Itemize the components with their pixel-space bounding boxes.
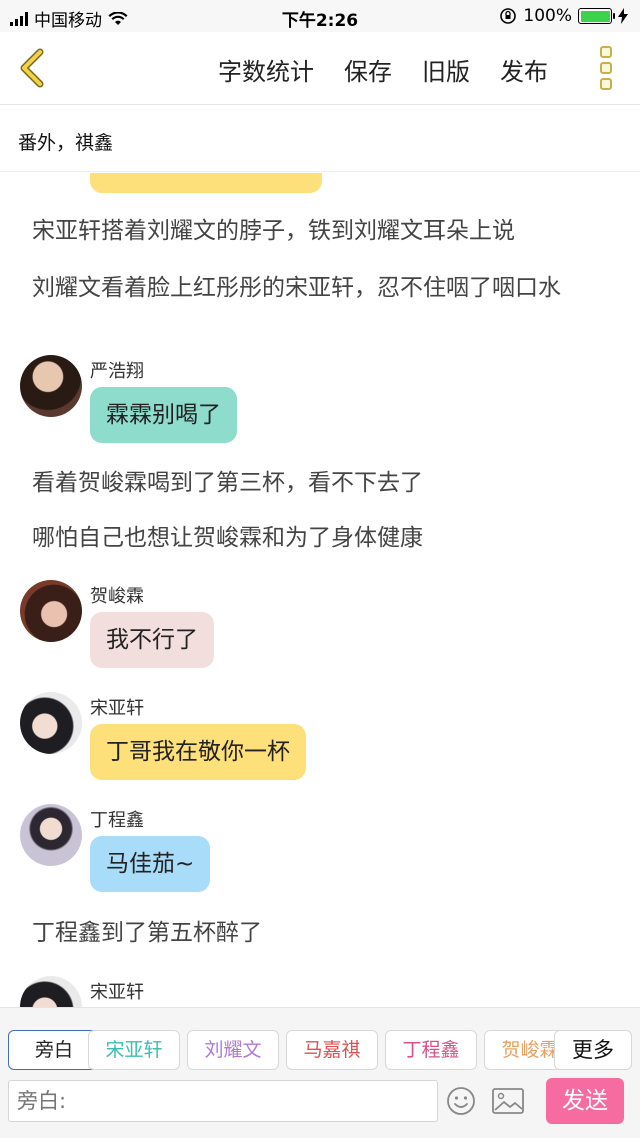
emoji-icon[interactable] bbox=[446, 1086, 476, 1116]
dialog-message: 丁程鑫 马佳茄~ bbox=[20, 804, 620, 904]
send-button[interactable]: 发送 bbox=[546, 1078, 624, 1124]
status-bar: 中国移动 下午2:26 100% bbox=[0, 0, 640, 32]
speaker-name: 宋亚轩 bbox=[90, 982, 144, 1003]
old-version-button[interactable]: 旧版 bbox=[422, 52, 470, 87]
avatar[interactable] bbox=[20, 580, 82, 642]
narration-line: 丁程鑫到了第五杯醉了 bbox=[32, 920, 262, 946]
avatar[interactable] bbox=[20, 804, 82, 866]
dialog-message: 贺峻霖 我不行了 bbox=[20, 580, 620, 680]
role-selector: 旁白 宋亚轩 刘耀文 马嘉祺 丁程鑫 贺峻霖 bbox=[8, 1030, 632, 1072]
chapter-title[interactable]: 番外，祺鑫 bbox=[0, 106, 640, 172]
speaker-name: 宋亚轩 bbox=[90, 698, 144, 719]
message-bubble[interactable]: 丁哥我在敬你一杯 bbox=[90, 724, 306, 780]
dialog-message: 宋亚轩 丁哥我在敬你一杯 bbox=[20, 692, 620, 792]
role-tab[interactable]: 马嘉祺 bbox=[286, 1030, 378, 1070]
battery-percent: 100% bbox=[523, 6, 572, 26]
message-bubble[interactable]: 我不行了 bbox=[90, 612, 214, 668]
role-tab[interactable]: 刘耀文 bbox=[187, 1030, 279, 1070]
back-arrow-icon[interactable] bbox=[14, 48, 54, 88]
image-icon[interactable] bbox=[492, 1088, 524, 1114]
message-input[interactable] bbox=[8, 1080, 438, 1122]
avatar[interactable] bbox=[20, 692, 82, 754]
speaker-name: 贺峻霖 bbox=[90, 586, 144, 607]
dialog-message: 严浩翔 霖霖别喝了 bbox=[20, 355, 620, 455]
compose-panel: 旁白 宋亚轩 刘耀文 马嘉祺 丁程鑫 贺峻霖 更多 发送 bbox=[0, 1007, 640, 1138]
story-content: 宋亚轩搭着刘耀文的脖子，铁到刘耀文耳朵上说 刘耀文看着脸上红彤彤的宋亚轩，忍不住… bbox=[0, 173, 640, 1007]
more-menu-icon[interactable] bbox=[600, 46, 614, 90]
narration-line: 刘耀文看着脸上红彤彤的宋亚轩，忍不住咽了咽口水 bbox=[32, 275, 561, 301]
avatar[interactable] bbox=[20, 355, 82, 417]
word-count-button[interactable]: 字数统计 bbox=[218, 52, 314, 87]
speaker-name: 严浩翔 bbox=[90, 361, 144, 382]
partial-bubble bbox=[90, 173, 322, 193]
speaker-name: 丁程鑫 bbox=[90, 810, 144, 831]
battery-icon bbox=[578, 8, 615, 24]
editor-toolbar: 字数统计 保存 旧版 发布 bbox=[0, 32, 640, 105]
role-tab[interactable]: 丁程鑫 bbox=[385, 1030, 477, 1070]
message-bubble[interactable]: 马佳茄~ bbox=[90, 836, 211, 892]
orientation-lock-icon bbox=[500, 8, 517, 24]
narration-line: 宋亚轩搭着刘耀文的脖子，铁到刘耀文耳朵上说 bbox=[32, 218, 515, 244]
dialog-message: 宋亚轩 bbox=[20, 976, 620, 1007]
role-tab-narrator[interactable]: 旁白 bbox=[8, 1030, 100, 1070]
narration-line: 哪怕自己也想让贺峻霖和为了身体健康 bbox=[32, 525, 423, 551]
save-button[interactable]: 保存 bbox=[344, 52, 392, 87]
narration-line: 看着贺峻霖喝到了第三杯，看不下去了 bbox=[32, 470, 423, 496]
charging-icon bbox=[618, 8, 628, 24]
message-bubble[interactable]: 霖霖别喝了 bbox=[90, 387, 237, 443]
publish-button[interactable]: 发布 bbox=[500, 52, 548, 87]
role-tab[interactable]: 宋亚轩 bbox=[88, 1030, 180, 1070]
more-roles-button[interactable]: 更多 bbox=[554, 1030, 632, 1070]
avatar[interactable] bbox=[20, 976, 82, 1007]
